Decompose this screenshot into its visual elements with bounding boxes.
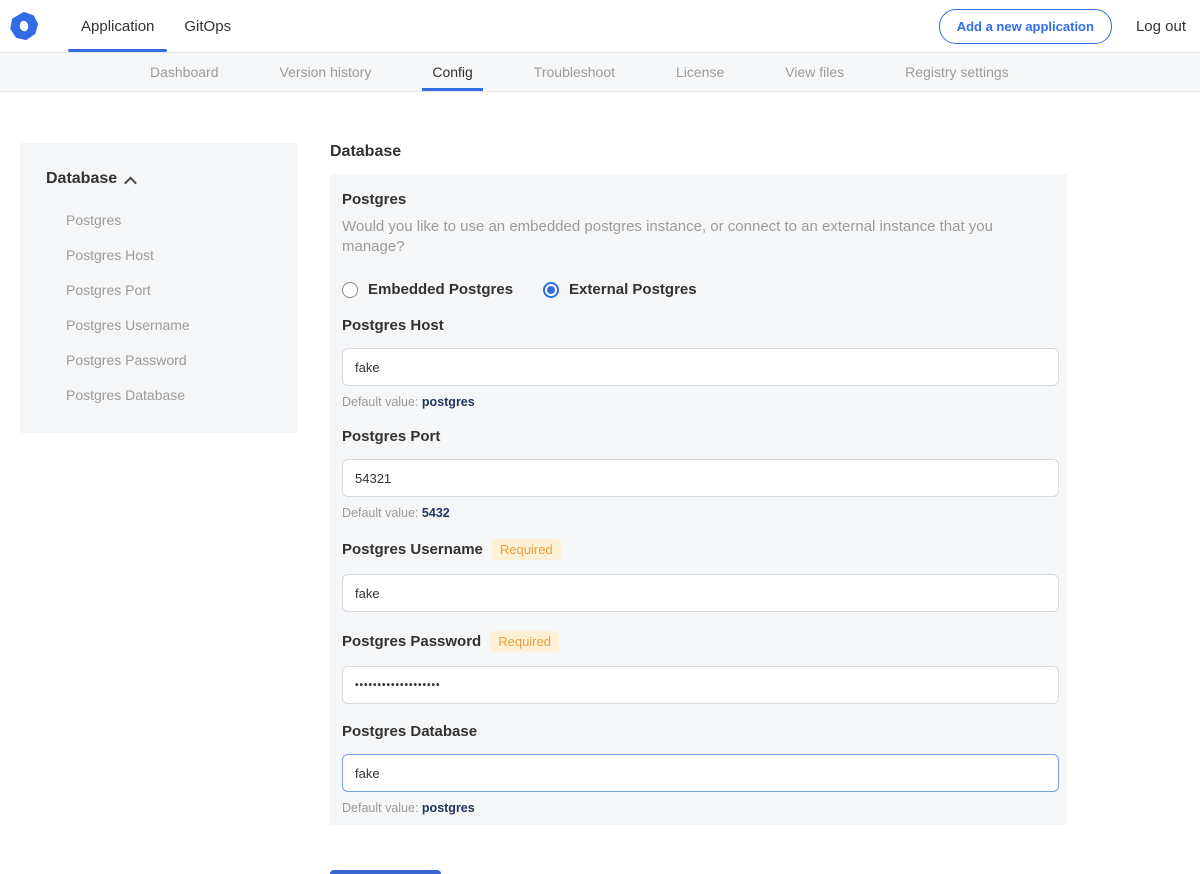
config-group-card: Postgres Would you like to use an embedd…	[330, 174, 1067, 825]
field-postgres-username: Postgres Username Required	[342, 539, 1055, 612]
radio-option-embedded-postgres[interactable]: Embedded Postgres	[342, 281, 513, 298]
required-badge: Required	[490, 631, 559, 652]
field-label-postgres-username: Postgres Username	[342, 541, 483, 558]
subnav-registry-settings[interactable]: Registry settings	[895, 53, 1018, 91]
header-tabs: Application GitOps	[66, 0, 246, 52]
postgres-database-default-hint: Default value: postgres	[342, 801, 1055, 815]
postgres-item-label: Postgres	[342, 191, 1055, 208]
default-value: 5432	[422, 506, 450, 520]
field-postgres-password: Postgres Password Required	[342, 631, 1055, 704]
radio-unselected-icon[interactable]	[342, 282, 358, 298]
tab-gitops-label: GitOps	[184, 18, 231, 35]
subnav-version-history[interactable]: Version history	[270, 53, 382, 91]
sidebar-item-postgres[interactable]: Postgres	[66, 213, 278, 227]
postgres-database-input[interactable]	[342, 754, 1059, 792]
subnav-view-files[interactable]: View files	[775, 53, 854, 91]
add-new-application-button[interactable]: Add a new application	[939, 9, 1112, 44]
sidebar-item-postgres-username[interactable]: Postgres Username	[66, 318, 278, 332]
subnav-config[interactable]: Config	[422, 53, 482, 91]
app-subnav: Dashboard Version history Config Trouble…	[0, 52, 1200, 92]
postgres-username-input[interactable]	[342, 574, 1059, 612]
app-logo-icon	[10, 12, 38, 40]
logout-link[interactable]: Log out	[1136, 18, 1186, 35]
sidebar-item-postgres-host[interactable]: Postgres Host	[66, 248, 278, 262]
required-badge: Required	[492, 539, 561, 560]
field-label-postgres-database: Postgres Database	[342, 723, 477, 740]
radio-selected-icon[interactable]	[543, 282, 559, 298]
sidebar-item-postgres-password[interactable]: Postgres Password	[66, 353, 278, 367]
default-label: Default value:	[342, 801, 418, 815]
postgres-port-input[interactable]	[342, 459, 1059, 497]
tab-application-label: Application	[81, 18, 154, 35]
tab-gitops[interactable]: GitOps	[171, 0, 244, 52]
field-postgres-port: Postgres Port Default value: 5432	[342, 428, 1055, 520]
config-group-title: Database	[330, 143, 1067, 161]
field-label-postgres-host: Postgres Host	[342, 317, 444, 334]
default-label: Default value:	[342, 395, 418, 409]
radio-label-embedded: Embedded Postgres	[368, 281, 513, 298]
tab-application[interactable]: Application	[68, 0, 167, 52]
radio-dot	[547, 286, 555, 294]
radio-label-external: External Postgres	[569, 281, 697, 298]
sidebar-item-list: Postgres Postgres Host Postgres Port Pos…	[46, 213, 278, 402]
save-config-button[interactable]: Save config	[330, 870, 441, 874]
field-postgres-database: Postgres Database Default value: postgre…	[342, 723, 1055, 815]
field-postgres-host: Postgres Host Default value: postgres	[342, 317, 1055, 409]
sidebar-item-postgres-port[interactable]: Postgres Port	[66, 283, 278, 297]
sidebar-item-postgres-database[interactable]: Postgres Database	[66, 388, 278, 402]
config-sidebar: Database Postgres Postgres Host Postgres…	[20, 143, 298, 433]
config-content: Database Postgres Postgres Host Postgres…	[0, 143, 1200, 874]
postgres-port-default-hint: Default value: 5432	[342, 506, 1055, 520]
radio-option-external-postgres[interactable]: External Postgres	[543, 281, 697, 298]
default-value: postgres	[422, 395, 475, 409]
default-value: postgres	[422, 801, 475, 815]
sidebar-group-label: Database	[46, 170, 117, 188]
postgres-host-default-hint: Default value: postgres	[342, 395, 1055, 409]
sidebar-group-database[interactable]: Database	[46, 170, 278, 188]
postgres-host-input[interactable]	[342, 348, 1059, 386]
subnav-dashboard[interactable]: Dashboard	[140, 53, 229, 91]
top-header: Application GitOps Add a new application…	[0, 0, 1200, 52]
chevron-up-icon	[124, 176, 137, 189]
field-label-postgres-port: Postgres Port	[342, 428, 440, 445]
postgres-password-input[interactable]	[342, 666, 1059, 704]
default-label: Default value:	[342, 506, 418, 520]
field-label-postgres-password: Postgres Password	[342, 633, 481, 650]
config-main: Database Postgres Would you like to use …	[330, 143, 1067, 874]
subnav-license[interactable]: License	[666, 53, 734, 91]
postgres-item-help-text: Would you like to use an embedded postgr…	[342, 217, 1055, 257]
subnav-troubleshoot[interactable]: Troubleshoot	[524, 53, 625, 91]
postgres-radio-group: Embedded Postgres External Postgres	[342, 281, 1055, 298]
